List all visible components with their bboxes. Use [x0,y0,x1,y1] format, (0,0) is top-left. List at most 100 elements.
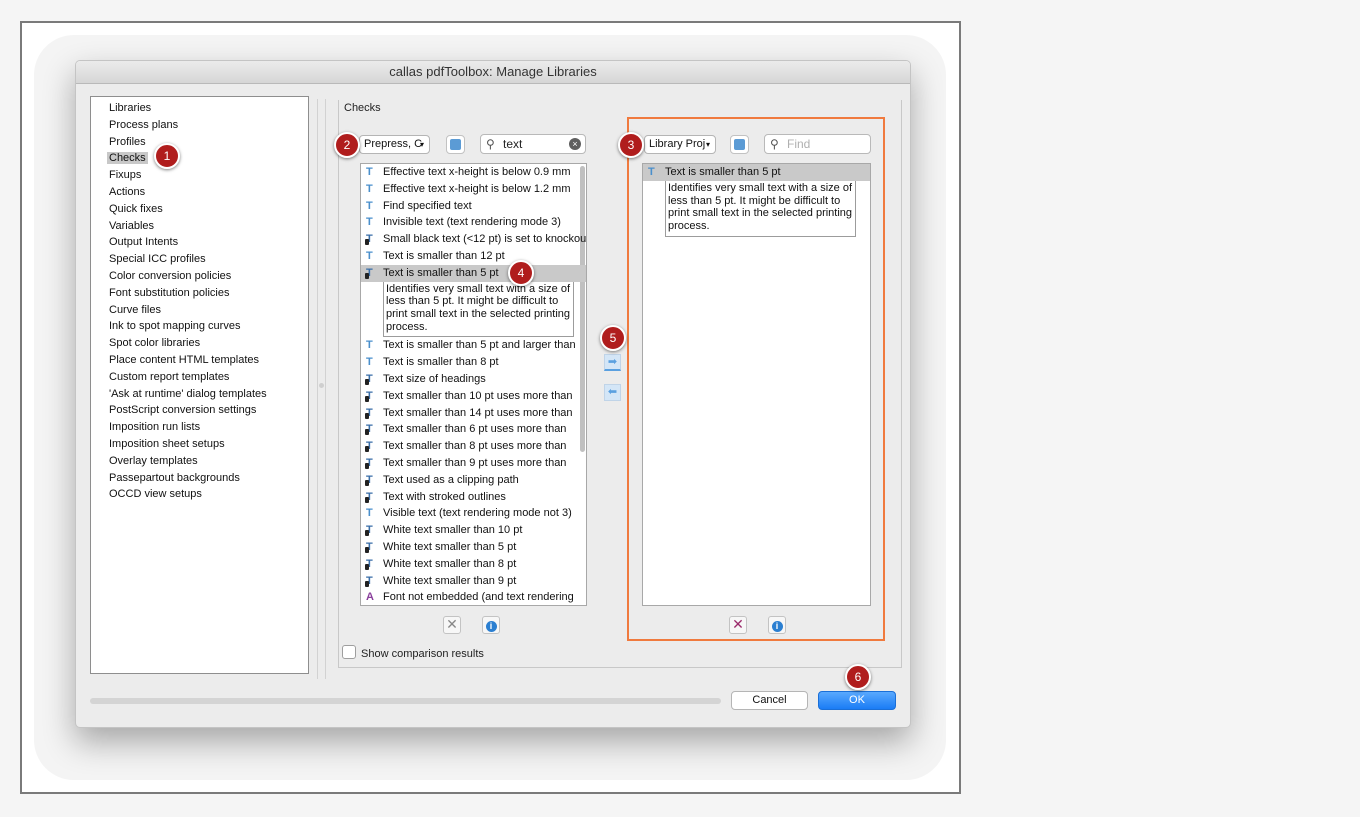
sidebar-item-label: 'Ask at runtime' dialog templates [109,387,267,400]
text-check-icon: T [366,249,373,262]
check-label: White text smaller than 9 pt [383,574,517,587]
search-icon: ⚲ [770,137,779,151]
sidebar-item[interactable]: Overlay templates [109,453,308,470]
check-list-item[interactable]: T Find specified text [361,198,586,215]
right-library-popup[interactable]: Library Proj ▾ [644,135,716,154]
right-delete-button[interactable]: ✕ [729,616,747,634]
sidebar-item[interactable]: Passepartout backgrounds [109,470,308,487]
sidebar-item[interactable]: Profiles [109,134,308,151]
left-search-field[interactable]: ⚲ text × [480,134,586,154]
sidebar-item-label: Quick fixes [109,202,163,215]
sidebar-item[interactable]: Font substitution policies [109,285,308,302]
right-library-info-button[interactable] [730,135,749,154]
text-check-icon: T [365,267,380,280]
text-check-icon: T [366,356,373,369]
check-list-item[interactable]: T Text smaller than 10 pt uses more than [361,388,586,405]
check-list-item[interactable]: T Text is smaller than 5 pt [643,164,870,181]
progress-bar [90,698,721,704]
text-check-icon: T [366,216,373,229]
check-label: White text smaller than 8 pt [383,557,517,570]
check-list-item[interactable]: T Text size of headings [361,371,586,388]
sidebar-item[interactable]: Actions [109,184,308,201]
pane-splitter[interactable] [317,99,326,679]
sidebar-item[interactable]: Special ICC profiles [109,251,308,268]
text-check-icon: T [366,166,373,178]
check-list-item[interactable]: T Text is smaller than 12 pt [361,248,586,265]
check-list-item[interactable]: T White text smaller than 5 pt [361,539,586,556]
sidebar-item[interactable]: Process plans [109,117,308,134]
show-comparison-option[interactable]: Show comparison results [342,645,484,660]
sidebar-item-label: Custom report templates [109,370,230,383]
show-comparison-checkbox[interactable] [342,645,356,659]
cancel-button[interactable]: Cancel [731,691,808,710]
sidebar-item-label: Overlay templates [109,454,198,467]
check-label: Text used as a clipping path [383,473,519,486]
right-library-popup-value: Library Proj [649,138,706,150]
sidebar-item[interactable]: Quick fixes [109,201,308,218]
check-list-item[interactable]: T Text smaller than 9 pt uses more than [361,455,586,472]
left-delete-button[interactable]: ✕ [443,616,461,634]
check-list-item[interactable]: T Text is smaller than 8 pt [361,354,586,371]
screenshot-frame: callas pdfToolbox: Manage Libraries Libr… [20,21,961,794]
check-list-item[interactable]: T Effective text x-height is below 0.9 mm [361,164,586,181]
sidebar-item-label: Color conversion policies [109,269,232,282]
check-list-item[interactable]: T White text smaller than 9 pt [361,573,586,590]
sidebar-item[interactable]: PostScript conversion settings [109,402,308,419]
info-icon: i [485,621,497,632]
sidebar-item[interactable]: Variables [109,218,308,235]
check-list-item[interactable]: T Text smaller than 8 pt uses more than [361,438,586,455]
check-list-item[interactable]: T Invisible text (text rendering mode 3) [361,214,586,231]
check-list-item[interactable]: T Text smaller than 14 pt uses more than [361,405,586,422]
right-search-field[interactable]: ⚲ Find [764,134,871,154]
sidebar-item[interactable]: Spot color libraries [109,335,308,352]
sidebar-item[interactable]: Output Intents [109,234,308,251]
text-check-icon: T [365,474,380,487]
check-list-item[interactable]: T Text with stroked outlines [361,489,586,506]
left-checks-list[interactable]: T Effective text x-height is below 0.9 mm… [360,163,587,606]
sidebar-item[interactable]: Libraries [109,100,308,117]
sidebar-item[interactable]: Imposition run lists [109,419,308,436]
left-library-popup[interactable]: Prepress, C ▾ [359,135,430,154]
ok-button[interactable]: OK [818,691,896,710]
check-label: Text is smaller than 5 pt [383,266,499,279]
copy-left-button[interactable]: ⬅ [604,384,621,401]
check-list-item[interactable]: T Text smaller than 6 pt uses more than [361,421,586,438]
check-list-item[interactable]: T Small black text (<12 pt) is set to kno… [361,231,586,248]
check-label: Small black text (<12 pt) is set to knoc… [383,233,587,246]
check-label: Text smaller than 10 pt uses more than [383,389,573,402]
sidebar-item[interactable]: OCCD view setups [109,486,308,503]
check-list-item[interactable]: T Text is smaller than 5 pt and larger th… [361,337,586,354]
check-list-item[interactable]: T White text smaller than 10 pt [361,522,586,539]
sidebar-item[interactable]: Color conversion policies [109,268,308,285]
check-list-item[interactable]: T Visible text (text rendering mode not 3… [361,505,586,522]
check-list-item[interactable]: T Text used as a clipping path [361,472,586,489]
callout-3: 3 [618,132,644,158]
text-check-icon: T [365,491,380,504]
sidebar-item[interactable]: Ink to spot mapping curves [109,318,308,335]
check-list-item[interactable]: T Effective text x-height is below 1.2 mm [361,181,586,198]
right-checks-list[interactable]: T Text is smaller than 5 pt Identifies ver… [642,163,871,606]
copy-right-button[interactable]: ➡ [604,354,621,371]
text-check-icon: T [365,575,380,588]
left-info-button[interactable]: i [482,616,500,634]
check-label: Text smaller than 8 pt uses more than [383,440,567,453]
clear-search-icon[interactable]: × [569,138,581,150]
splitter-handle[interactable] [319,383,324,388]
sidebar-item[interactable]: Imposition sheet setups [109,436,308,453]
check-list-item[interactable]: A Font not embedded (and text rendering [361,589,586,605]
sidebar-item-label: Place content HTML templates [109,353,259,366]
right-info-button[interactable]: i [768,616,786,634]
sidebar-item[interactable]: Checks [107,150,308,167]
check-list-item[interactable]: T Text is smaller than 5 pt [361,264,586,282]
sidebar-item[interactable]: 'Ask at runtime' dialog templates [109,386,308,403]
sidebar-item[interactable]: Custom report templates [109,369,308,386]
sidebar-item[interactable]: Curve files [109,302,308,319]
left-library-info-button[interactable] [446,135,465,154]
check-list-item[interactable]: T White text smaller than 8 pt [361,556,586,573]
sidebar-item[interactable]: Place content HTML templates [109,352,308,369]
sidebar-item-label: Checks [107,152,148,165]
text-check-icon: T [365,457,380,470]
text-check-icon: T [366,507,373,520]
sidebar-item[interactable]: Fixups [109,167,308,184]
check-label: Text is smaller than 8 pt [383,356,499,369]
